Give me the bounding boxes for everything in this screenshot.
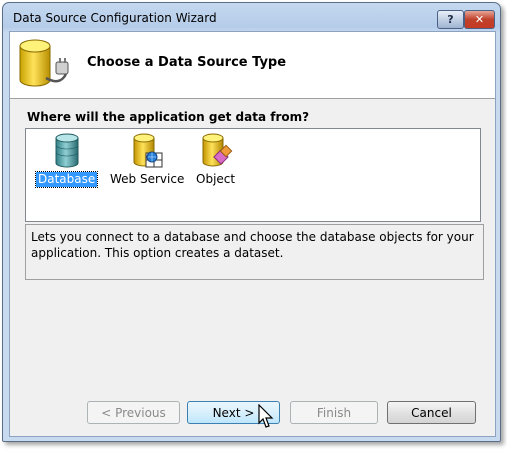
wizard-header: Choose a Data Source Type <box>10 32 495 99</box>
question-label: Where will the application get data from… <box>27 110 310 124</box>
list-item-object[interactable]: Object <box>194 133 237 187</box>
window-title: Data Source Configuration Wizard <box>13 11 217 25</box>
list-item-web-service[interactable]: Web Service <box>108 133 186 187</box>
web-service-icon <box>133 133 163 168</box>
description-box: Lets you connect to a database and choos… <box>25 224 484 280</box>
finish-button[interactable]: Finish <box>290 401 378 424</box>
wizard-client-area: Choose a Data Source Type Where will the… <box>9 31 496 437</box>
help-button[interactable]: ? <box>437 10 464 29</box>
list-item-label: Object <box>196 172 236 186</box>
wizard-window: Data Source Configuration Wizard ? ✕ Cho… <box>2 2 501 442</box>
database-plug-icon <box>19 39 69 87</box>
title-bar[interactable]: Data Source Configuration Wizard ? ✕ <box>3 3 500 31</box>
database-icon <box>55 133 79 168</box>
list-item-label: Web Service <box>110 172 185 186</box>
close-button[interactable]: ✕ <box>464 10 495 29</box>
list-item-database[interactable]: Database <box>34 133 99 188</box>
mouse-pointer-icon <box>258 404 274 428</box>
page-title: Choose a Data Source Type <box>87 55 287 70</box>
previous-button[interactable]: < Previous <box>87 401 180 424</box>
data-source-list[interactable]: Database Web Service Object <box>25 128 481 222</box>
object-icon <box>202 133 232 167</box>
cancel-button[interactable]: Cancel <box>387 401 476 424</box>
list-item-label: Database <box>34 171 99 188</box>
